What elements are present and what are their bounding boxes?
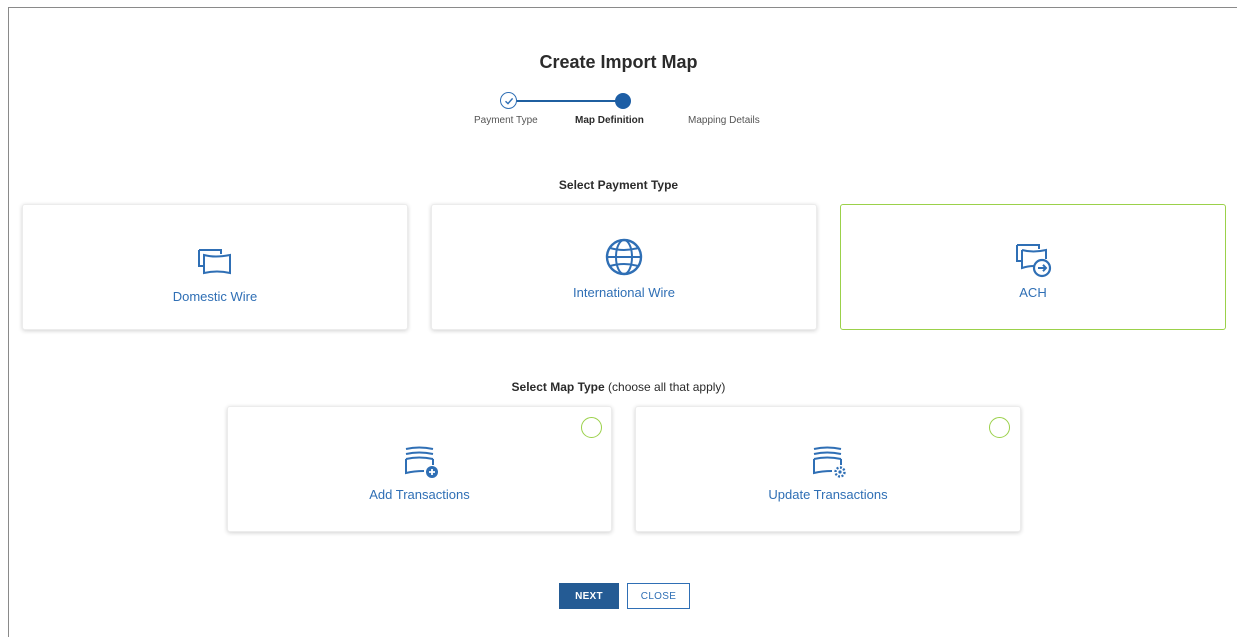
add-transactions-checkbox[interactable]	[581, 417, 602, 438]
payment-option-international-wire[interactable]: International Wire	[431, 204, 817, 330]
step-label-map-definition: Map Definition	[575, 115, 644, 126]
map-option-update-transactions[interactable]: Update Transactions	[635, 406, 1021, 532]
bills-arrow-icon	[1013, 239, 1053, 279]
map-type-heading-hint: (choose all that apply)	[608, 380, 726, 394]
payment-option-label: International Wire	[573, 285, 675, 300]
bills-icon	[195, 241, 235, 281]
step-active-indicator	[615, 93, 631, 109]
payment-option-label: ACH	[1019, 285, 1047, 300]
map-type-heading: Select Map Type (choose all that apply)	[0, 380, 1237, 394]
document-gear-icon	[808, 441, 848, 481]
map-option-label: Update Transactions	[768, 487, 888, 502]
step-label-payment-type: Payment Type	[474, 115, 538, 126]
map-option-label: Add Transactions	[369, 487, 470, 502]
page-title: Create Import Map	[539, 52, 698, 72]
close-button[interactable]: CLOSE	[627, 583, 690, 609]
map-type-heading-bold: Select Map Type	[511, 380, 605, 394]
payment-option-label: Domestic Wire	[172, 289, 258, 304]
document-add-icon	[400, 441, 440, 481]
payment-option-ach[interactable]: ACH	[840, 204, 1226, 330]
step-label-mapping-details: Mapping Details	[688, 115, 760, 126]
globe-icon	[604, 237, 644, 277]
stepper-progress-line	[508, 100, 624, 102]
payment-type-heading: Select Payment Type	[558, 178, 679, 192]
next-button[interactable]: NEXT	[559, 583, 619, 609]
step-complete-check-icon	[500, 92, 517, 109]
update-transactions-checkbox[interactable]	[989, 417, 1010, 438]
map-option-add-transactions[interactable]: Add Transactions	[227, 406, 612, 532]
payment-option-domestic-wire[interactable]: Domestic Wire	[22, 204, 408, 330]
